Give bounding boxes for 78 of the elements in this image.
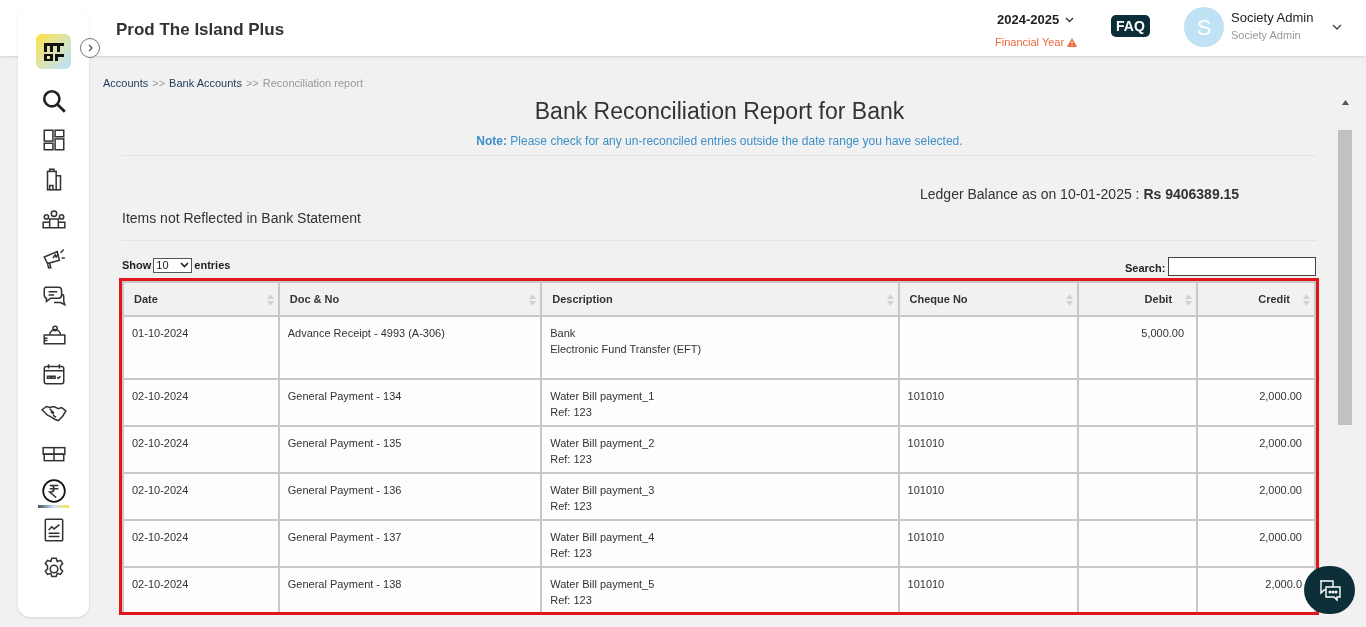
table-cell: 2,000.00 <box>1259 437 1302 449</box>
sort-icon <box>1185 294 1193 306</box>
sort-icon <box>1303 294 1310 306</box>
table-cell: General Payment - 136 <box>287 484 402 496</box>
sort-icon <box>266 294 274 306</box>
caret-icon <box>1065 16 1075 23</box>
warning-icon <box>1067 37 1078 47</box>
table-cell: 101010 <box>907 578 945 590</box>
table-cell: General Payment - 134 <box>287 390 402 402</box>
table-cell: 101010 <box>907 531 945 543</box>
column-header[interactable]: Doc & No <box>278 282 542 316</box>
table-cell: 2,000.00 <box>1259 390 1302 402</box>
table-cell: 02-10-2024 <box>132 531 189 543</box>
column-header[interactable]: Description <box>541 282 899 316</box>
logo-icon[interactable] <box>36 34 71 69</box>
app-title: Prod The Island Plus <box>116 19 285 41</box>
table-cell: 2,000.00 <box>1259 531 1302 543</box>
column-header[interactable]: Date <box>123 282 279 316</box>
entries-select[interactable]: 10 <box>153 257 193 273</box>
entries-label: entries <box>194 258 231 273</box>
table-cell-text: Ref: 123 <box>550 593 593 608</box>
user-role: Society Admin <box>1231 28 1301 43</box>
table-cell: 01-10-2024 <box>132 327 189 339</box>
table-cell: 02-10-2024 <box>132 484 189 496</box>
report-note: Note: Please check for any un-reconciled entries outside the date range you have selected. <box>475 133 964 150</box>
year-dropdown[interactable]: 2024-2025 <box>997 10 1075 30</box>
table-cell-text: Ref: 123 <box>550 546 593 561</box>
table-cell: 2,000.00 <box>1259 484 1302 496</box>
user-name: Society Admin <box>1231 9 1314 27</box>
table-cell: 101010 <box>907 484 945 496</box>
ledger-balance: Ledger Balance as on 10-01-2025 : Rs 9406389.15 <box>920 185 1240 204</box>
scrollbar-thumb[interactable] <box>1338 130 1352 425</box>
dashboard-icon <box>40 126 67 153</box>
column-header[interactable]: Debit <box>1078 282 1198 316</box>
chat-button[interactable] <box>1304 566 1355 614</box>
table-cell: 101010 <box>907 437 945 449</box>
rupee-icon <box>40 477 67 504</box>
breadcrumb-separator: >> <box>245 76 259 91</box>
breadcrumb-link[interactable]: Accounts <box>103 75 149 92</box>
section-heading: Items not Reflected in Bank Statement <box>122 209 361 228</box>
table-cell: 5,000.00 <box>1141 327 1185 339</box>
table-cell: 02-10-2024 <box>132 578 189 590</box>
sort-icon <box>886 294 894 306</box>
sort-icon <box>1066 294 1074 306</box>
caret-icon[interactable] <box>1332 24 1342 30</box>
sort-icon <box>529 294 537 306</box>
table-cell: 02-10-2024 <box>132 390 189 402</box>
table-cell-text: Electronic Fund Transfer (EFT) <box>550 342 703 357</box>
breadcrumb-separator: >> <box>152 76 166 91</box>
breadcrumb-link[interactable]: Bank Accounts <box>169 75 242 92</box>
table-cell: 2,000.0 <box>1265 578 1302 590</box>
table-cell-text: Water Bill payment_1 <box>550 389 656 404</box>
search-icon <box>40 87 67 114</box>
table-cell: 101010 <box>907 390 945 402</box>
financial-year-label: Financial Year <box>995 35 1065 50</box>
table-cell-text: Ref: 123 <box>550 405 593 420</box>
column-header[interactable]: Cheque No <box>898 282 1079 316</box>
table-cell: General Payment - 135 <box>287 437 402 449</box>
table-cell: 02-10-2024 <box>132 437 189 449</box>
table-cell-text: Water Bill payment_3 <box>550 483 656 498</box>
report-title: Bank Reconciliation Report for Bank <box>533 97 906 126</box>
column-header[interactable]: Credit <box>1197 282 1315 316</box>
search-label: Search: <box>1125 261 1166 276</box>
breadcrumb-current: Reconciliation report <box>262 76 364 91</box>
table-cell-text: Water Bill payment_2 <box>550 436 656 451</box>
faq-button[interactable]: FAQ <box>1111 15 1150 37</box>
table-cell-text: Water Bill payment_4 <box>550 530 656 545</box>
table-cell: Advance Receipt - 4993 (A-306) <box>287 327 445 339</box>
table-cell: General Payment - 138 <box>287 578 402 590</box>
table-cell-text: Bank <box>550 326 577 341</box>
table-cell-text: Ref: 123 <box>550 452 593 467</box>
caret-icon <box>180 262 190 269</box>
show-label: Show <box>122 258 152 273</box>
scroll-up-icon[interactable] <box>1342 100 1349 105</box>
search-field[interactable] <box>1168 257 1316 276</box>
table-cell-text: Water Bill payment_5 <box>550 577 656 592</box>
table-cell-text: Ref: 123 <box>550 499 593 514</box>
table-cell: General Payment - 137 <box>287 531 402 543</box>
